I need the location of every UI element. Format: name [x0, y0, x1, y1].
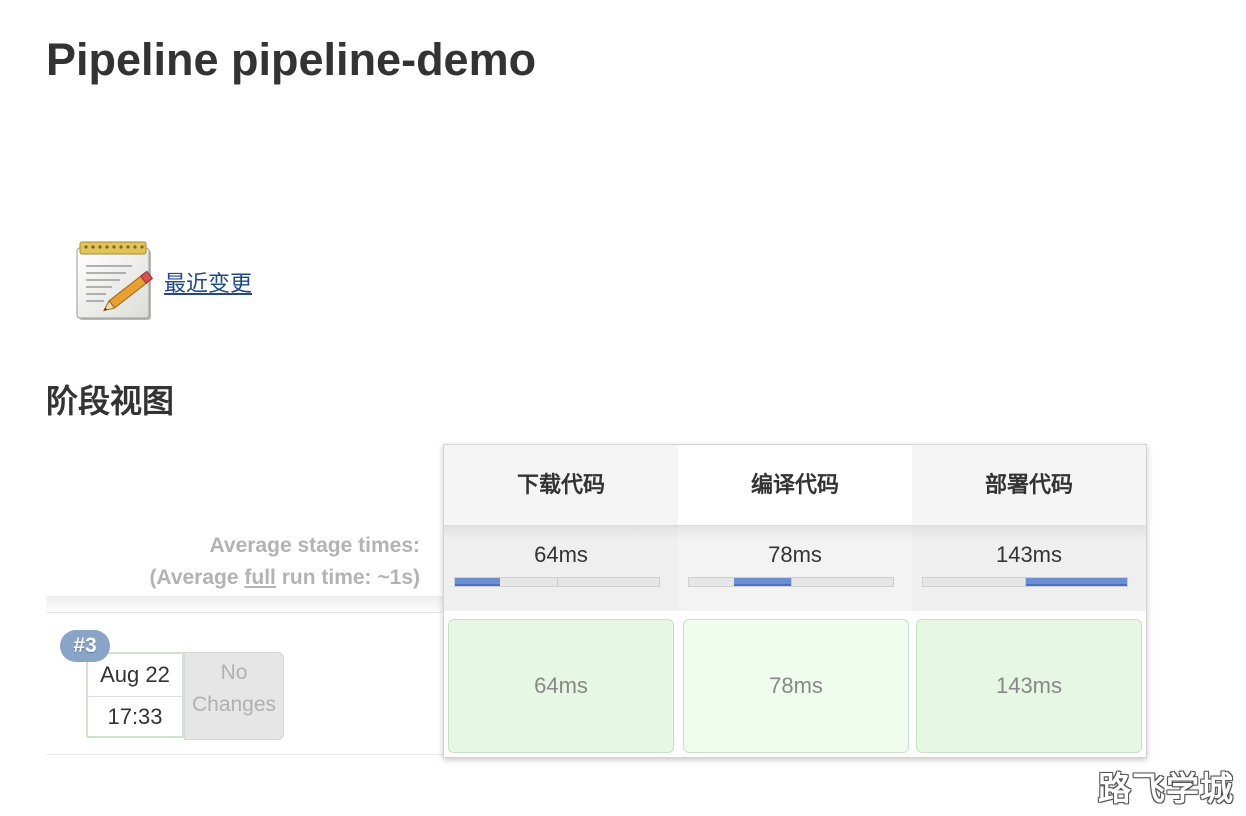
average-stage-times-label: Average stage times: (Average full run t…: [46, 530, 420, 594]
stage-duration-cell[interactable]: 143ms: [916, 619, 1142, 753]
average-stage-times-line: Average stage times:: [209, 534, 420, 557]
stage-column: 编译代码 78ms 78ms: [678, 445, 912, 757]
stage-average-time: 78ms: [768, 542, 822, 567]
stage-average-time: 64ms: [534, 542, 588, 567]
average-prefix: (Average: [149, 566, 245, 589]
stage-header[interactable]: 编译代码: [678, 445, 912, 525]
changes-line-2: Changes: [191, 693, 277, 716]
stage-view-table: 下载代码 64ms 64ms 编译代码 78ms 78ms 部署代码 143ms: [443, 444, 1147, 758]
stage-progress-fill: [455, 578, 500, 586]
stage-progress-bar: [922, 577, 1128, 587]
watermark: 路飞学城: [1098, 769, 1234, 808]
build-number-badge[interactable]: #3: [60, 630, 110, 662]
recent-changes: 最近变更: [76, 240, 252, 324]
stage-progress-tick: [791, 578, 792, 586]
stage-average: 143ms: [912, 525, 1146, 611]
stage-progress-bar: [688, 577, 894, 587]
stage-duration-cell[interactable]: 78ms: [683, 619, 909, 753]
stage-column: 下载代码 64ms 64ms: [444, 445, 678, 757]
stage-average: 78ms: [678, 525, 912, 611]
stage-header[interactable]: 部署代码: [912, 445, 1146, 525]
stage-progress-tick: [1025, 578, 1026, 586]
stage-view-heading: 阶段视图: [46, 382, 175, 420]
build-date: Aug 22: [100, 662, 170, 687]
notepad-icon[interactable]: [76, 240, 160, 324]
stage-progress-tick: [557, 578, 558, 586]
average-suffix: run time: ~1s): [275, 566, 420, 589]
stage-column: 部署代码 143ms 143ms: [912, 445, 1146, 757]
stage-progress-bar: [454, 577, 660, 587]
stage-progress-fill: [1025, 578, 1127, 586]
recent-changes-link[interactable]: 最近变更: [164, 266, 252, 298]
full-run-link[interactable]: full: [244, 566, 276, 589]
stage-average: 64ms: [444, 525, 678, 611]
stage-average-time: 143ms: [995, 542, 1063, 567]
build-date-card[interactable]: Aug 22 17:33: [86, 652, 184, 738]
build-changes-box[interactable]: No Changes: [184, 652, 284, 740]
stage-duration-cell[interactable]: 64ms: [448, 619, 674, 753]
page-title: Pipeline pipeline-demo: [46, 34, 537, 85]
build-time: 17:33: [107, 704, 163, 729]
build-date-divider: [88, 696, 182, 697]
stage-progress-fill: [733, 578, 791, 586]
changes-line-1: No: [220, 661, 248, 684]
stage-header[interactable]: 下载代码: [444, 445, 678, 525]
average-full-run-time-line: (Average full run time: ~1s): [46, 562, 420, 594]
